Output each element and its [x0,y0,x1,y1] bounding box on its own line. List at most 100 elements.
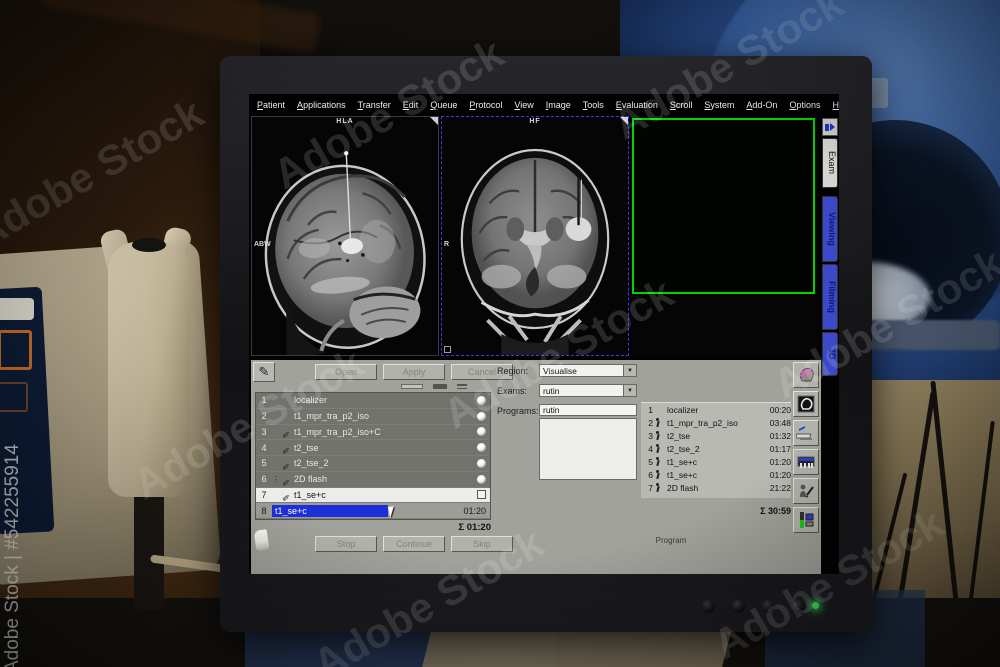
program-row[interactable]: 4 t2_tse_2 01:17 [641,442,791,455]
coil-connector-icon[interactable] [793,449,819,475]
menu-options[interactable]: Options [789,100,820,116]
continue-button[interactable]: Continue [383,536,445,552]
program-time: 01:20 [769,456,791,467]
table-gauge-icon[interactable] [793,507,819,533]
protocol-row-editing[interactable]: 8 t1_se+c 01:20 [256,503,490,519]
program-name: t2_tse_2 [667,443,700,454]
menu-evaluation[interactable]: Evaluation [616,100,658,116]
protocol-row[interactable]: 4 ✎ t2_tse [256,440,490,456]
handle-opening [132,238,166,252]
patient-table-icon[interactable] [793,420,819,446]
row-number: 4 [261,442,267,453]
menu-transfer[interactable]: Transfer [358,100,391,116]
viewport-empty[interactable] [631,116,819,356]
program-row[interactable]: 2 t1_mpr_tra_p2_iso 03:48 [641,416,791,429]
head-position-icon[interactable] [793,362,819,388]
tab-filming[interactable]: Filming [822,264,838,330]
exams-dropdown[interactable]: rutin ▼ [539,384,637,397]
menu-protocol[interactable]: Protocol [469,100,502,116]
patient-register-icon[interactable] [793,478,819,504]
program-row[interactable]: 5 t1_se+c 01:20 [641,455,791,468]
monitor-button[interactable] [792,600,805,613]
visibility-icon[interactable] [477,395,486,405]
protocol-name: t1_mpr_tra_p2_iso+C [294,426,381,437]
list-status-icons [401,384,487,390]
open-button[interactable]: Open [315,364,377,380]
protocol-row[interactable]: 5 ✎ t2_tse_2 [256,456,490,472]
scout-view-icon[interactable] [793,391,819,417]
program-step-list[interactable]: 1 localizer 00:20 2 t1_mpr_tra_p2_iso 03… [641,402,791,498]
program-time: 21:22 [769,482,791,493]
stop-button[interactable]: Stop [315,536,377,552]
programs-list-box[interactable] [539,418,637,480]
task-tab-strip: Exam Viewing Filming 3D [822,118,839,418]
menu-patient[interactable]: Patient [257,100,285,116]
menu-scroll[interactable]: Scroll [670,100,693,116]
tab-viewing[interactable]: Viewing [822,196,838,262]
row-number: 5 [648,456,653,467]
visibility-icon[interactable] [477,458,486,468]
monitor-button[interactable] [762,600,775,613]
chevron-down-icon[interactable]: ▼ [623,385,636,396]
protocol-row[interactable]: 2 t1_mpr_tra_p2_iso [256,409,490,425]
pause-icon: ⋮ [272,474,280,484]
orientation-label: HF [529,118,541,125]
menu-applications[interactable]: Applications [297,100,346,116]
menu-addon[interactable]: Add-On [746,100,777,116]
protocol-row[interactable]: 3 ✎ t1_mpr_tra_p2_iso+C [256,425,490,441]
row-number: 3 [648,430,653,441]
graphic-segment-frame [632,118,815,294]
sagittal-brain-image [264,151,426,355]
chevron-down-icon[interactable]: ▼ [623,365,636,376]
row-number: 6 [261,474,267,485]
menu-system[interactable]: System [704,100,734,116]
program-row[interactable]: 6 t1_se+c 01:20 [641,468,791,481]
program-row[interactable]: 3 t2_tse 01:32 [641,429,791,442]
region-dropdown[interactable]: Visualise ▼ [539,364,637,377]
menu-edit[interactable]: Edit [403,100,419,116]
tab-exam[interactable]: Exam [822,138,838,188]
skip-button[interactable]: Skip [451,536,513,552]
patient-flag-icon [654,431,661,440]
pencil-icon: ✎ [281,478,292,487]
programs-value-box[interactable]: rutin [539,404,637,416]
program-time: 01:32 [769,430,791,441]
edit-protocol-button[interactable]: ✎ [253,362,275,382]
checkbox[interactable] [477,490,486,500]
program-name: t2_tse [667,430,691,441]
visibility-icon[interactable] [477,427,486,437]
scout-view-glyph [797,395,815,413]
monitor-button[interactable] [702,600,715,613]
menu-tools[interactable]: Tools [583,100,604,116]
visibility-icon[interactable] [477,411,486,421]
program-row[interactable]: 7 2D flash 21:22 [641,481,791,494]
pencil-icon: ✎ [281,446,292,455]
viewport-coronal[interactable]: HF R [441,116,629,356]
viewport-nav-icon[interactable] [822,118,838,136]
viewport-sagittal[interactable]: HLA ABW [251,116,439,356]
patient-register-glyph [800,484,814,498]
program-row[interactable]: 1 localizer 00:20 [641,403,791,416]
side-device-screen-card [0,298,34,320]
row-number: 4 [648,443,653,454]
protocol-row[interactable]: 6 ⋮ ✎ 2D flash [256,472,490,488]
tab-3d[interactable]: 3D [822,332,838,376]
program-time: 01:17 [769,443,791,454]
monitor-button[interactable] [732,600,745,613]
protocol-queue-list[interactable]: 1 localizer 2 t1_mpr_tra_p2_iso 3 ✎ t1_m… [255,392,491,520]
program-time: 01:20 [769,469,791,480]
apply-button[interactable]: Apply [383,364,445,380]
pencil-icon: ✎ [281,462,292,471]
protocol-name-input[interactable]: t1_se+c [272,504,388,517]
menu-image[interactable]: Image [546,100,571,116]
visibility-icon[interactable] [477,443,486,453]
menu-view[interactable]: View [514,100,533,116]
menu-help[interactable]: Help [832,100,839,116]
protocol-row-current[interactable]: 7 ✎ t1_se+c [256,487,490,504]
visibility-icon[interactable] [477,474,486,484]
program-total-time: Σ 30:59 [760,506,791,516]
menu-queue[interactable]: Queue [430,100,457,116]
program-name: t1_se+c [667,469,698,480]
program-time: 03:48 [769,417,791,428]
protocol-row[interactable]: 1 localizer [256,393,490,409]
